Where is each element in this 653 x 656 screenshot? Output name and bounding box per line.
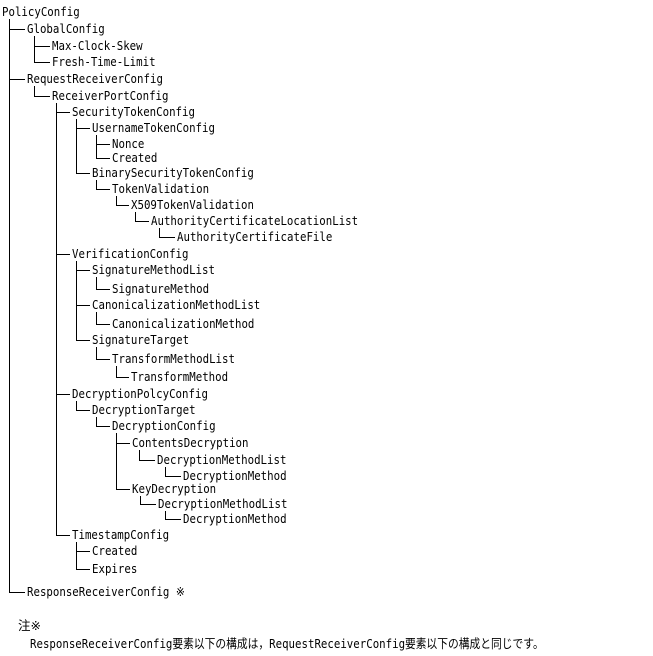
tree-connector-horizontal [76,173,90,174]
tree-connector-horizontal [9,79,25,80]
tree-connector-vertical [116,196,117,205]
tree-node-transformmethodlist: TransformMethodList [112,351,235,366]
tree-node-created: Created [112,150,158,165]
tree-connector-vertical [159,228,160,237]
tree-connector-vertical [165,467,166,476]
tree-node-decryptionpolcyconfig: DecryptionPolcyConfig [72,386,208,401]
tree-connector-horizontal [34,62,50,63]
tree-node-receiverportconfig: ReceiverPortConfig [52,88,169,103]
tree-connector-horizontal [76,569,90,570]
tree-node-decryptionmethodlist: DecryptionMethodList [157,452,287,467]
tree-node-decryptionmethod: DecryptionMethod [183,511,287,526]
tree-node-x509tokenvalidation: X509TokenValidation [131,197,254,212]
tree-node-decryptionconfig: DecryptionConfig [112,418,216,433]
tree-node-globalconfig: GlobalConfig [27,21,105,36]
tree-connector-horizontal [96,324,110,325]
tree-connector-vertical [139,450,140,460]
tree-connector-horizontal [56,394,70,395]
tree-connector-vertical [34,86,35,96]
tree-node-signaturemethodlist: SignatureMethodList [92,262,215,277]
tree-connector-horizontal [116,489,130,490]
tree-connector-vertical [9,19,10,592]
tree-node-binarysecuritytokenconfig: BinarySecurityTokenConfig [92,165,254,180]
tree-connector-vertical [76,542,77,569]
tree-node-requestreceiverconfig: RequestReceiverConfig [27,71,163,86]
tree-node-authoritycertificatelocationlist: AuthorityCertificateLocationList [151,213,359,228]
note-body: ResponseReceiverConfig要素以下の構成は，RequestRe… [30,636,544,651]
tree-node-tokenvalidation: TokenValidation [112,181,210,196]
tree-connector-horizontal [96,158,110,159]
tree-node-timestampconfig: TimestampConfig [72,527,170,542]
tree-node-policyconfig: PolicyConfig [2,4,80,19]
tree-node-usernametokenconfig: UsernameTokenConfig [92,120,215,135]
tree-connector-vertical [96,417,97,426]
tree-connector-vertical [96,135,97,158]
tree-connector-vertical [76,261,77,340]
tree-node-decryptionmethodlist: DecryptionMethodList [158,496,288,511]
tree-connector-vertical [140,496,141,504]
tree-node-signaturetarget: SignatureTarget [92,332,190,347]
tree-connector-horizontal [116,377,129,378]
tree-node-securitytokenconfig: SecurityTokenConfig [72,104,195,119]
tree-node-verificationconfig: VerificationConfig [72,246,189,261]
tree-connector-horizontal [76,128,90,129]
tree-connector-horizontal [165,519,181,520]
tree-node-nonce: Nonce [112,136,145,151]
tree-connector-vertical [56,103,57,535]
tree-node-decryptiontarget: DecryptionTarget [92,402,196,417]
tree-connector-horizontal [135,221,149,222]
tree-connector-horizontal [34,96,50,97]
tree-connector-horizontal [140,504,156,505]
tree-node-transformmethod: TransformMethod [131,369,229,384]
note-title: 注※ [18,618,41,633]
tree-node-max-clock-skew: Max-Clock-Skew [52,38,143,53]
tree-node-keydecryption: KeyDecryption [132,481,217,496]
tree-connector-horizontal [96,144,110,145]
tree-connector-vertical [116,433,117,489]
tree-node-canonicalizationmethod: CanonicalizationMethod [112,316,255,331]
tree-connector-vertical [96,312,97,324]
tree-node-canonicalizationmethodlist: CanonicalizationMethodList [92,297,261,312]
tree-node-created: Created [92,543,138,558]
tree-connector-horizontal [76,270,90,271]
tree-connector-vertical [135,212,136,221]
tree-connector-horizontal [76,305,90,306]
tree-connector-horizontal [9,29,25,30]
tree-node-expires: Expires [92,561,138,576]
tree-connector-horizontal [159,237,175,238]
tree-connector-horizontal [9,592,25,593]
tree-connector-vertical [96,180,97,189]
tree-connector-horizontal [76,410,90,411]
tree-node-responsereceiverconfig: ResponseReceiverConfig ※ [27,584,185,599]
tree-connector-vertical [165,511,166,519]
tree-connector-horizontal [96,359,110,360]
tree-connector-horizontal [76,551,90,552]
tree-connector-horizontal [56,535,70,536]
tree-connector-horizontal [96,189,110,190]
tree-connector-horizontal [96,426,110,427]
tree-node-signaturemethod: SignatureMethod [112,281,210,296]
tree-connector-vertical [116,366,117,377]
tree-connector-vertical [96,277,97,289]
tree-connector-horizontal [165,476,181,477]
tree-connector-horizontal [56,254,70,255]
tree-connector-horizontal [116,443,130,444]
tree-connector-vertical [76,401,77,410]
tree-node-authoritycertificatefile: AuthorityCertificateFile [177,229,333,244]
tree-connector-vertical [96,347,97,359]
policy-config-tree: PolicyConfig GlobalConfig Max-Clock-Skew Fr… [0,0,653,656]
tree-connector-horizontal [96,289,110,290]
tree-connector-horizontal [116,205,129,206]
tree-node-fresh-time-limit: Fresh-Time-Limit [52,54,156,69]
tree-connector-horizontal [56,112,70,113]
tree-connector-horizontal [34,46,50,47]
tree-connector-horizontal [139,460,155,461]
tree-connector-horizontal [76,340,90,341]
tree-node-contentsdecryption: ContentsDecryption [132,435,249,450]
tree-connector-vertical [34,36,35,62]
